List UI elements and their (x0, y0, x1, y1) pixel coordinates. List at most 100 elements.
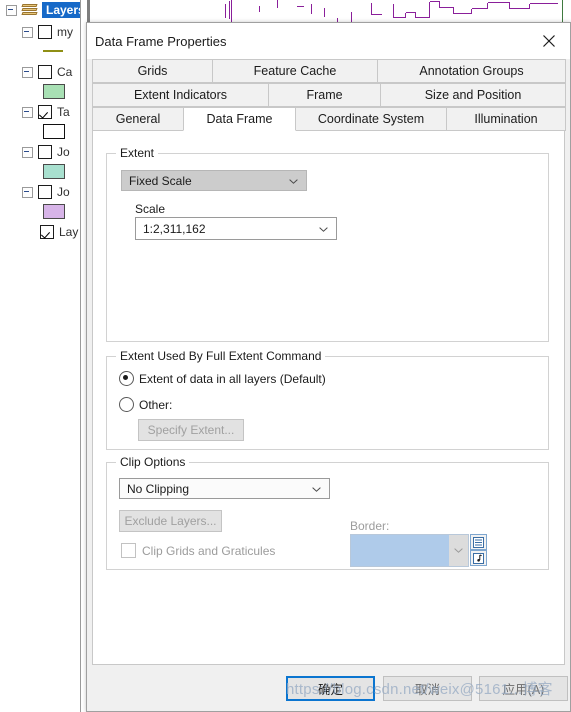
tab-strip: Grids Feature Cache Annotation Groups Ex… (87, 59, 570, 131)
chevron-down-icon (319, 226, 328, 232)
layer-visibility-checkbox[interactable] (38, 25, 52, 39)
data-frame-tab-panel: Extent Fixed Scale Scale 1:2,311,162 Ext… (92, 131, 565, 665)
toc-item-label: Jo (57, 185, 70, 199)
chevron-down-icon (312, 486, 321, 492)
expander-icon[interactable] (22, 106, 33, 118)
full-extent-group-title: Extent Used By Full Extent Command (116, 349, 326, 363)
toc-item-1[interactable]: Ca (22, 64, 72, 80)
toc-item-5[interactable]: Lay (40, 224, 78, 240)
map-feature (416, 17, 430, 18)
map-feature (324, 8, 325, 17)
map-feature (393, 4, 394, 18)
cancel-button[interactable]: 取消 (383, 676, 472, 701)
map-feature (429, 2, 430, 18)
layer-symbol-fill (43, 204, 65, 219)
dialog-footer: 确定 取消 应用(A) (87, 665, 570, 711)
map-feature (231, 0, 232, 22)
toc-item-2[interactable]: Ta (22, 104, 70, 120)
map-feature (472, 8, 488, 9)
layer-symbol-line (43, 50, 63, 52)
tab-feature-cache[interactable]: Feature Cache (212, 59, 378, 83)
expander-icon[interactable] (22, 66, 33, 78)
specify-extent-button[interactable]: Specify Extent... (138, 419, 244, 441)
table-of-contents-panel: Layers my Ca Ta Jo Jo Lay (0, 0, 81, 712)
radio-extent-of-data[interactable]: Extent of data in all layers (Default) (119, 371, 326, 386)
radio-indicator (119, 397, 134, 412)
tab-annotation-groups[interactable]: Annotation Groups (377, 59, 566, 83)
tab-extent-indicators[interactable]: Extent Indicators (92, 83, 269, 107)
layer-symbol-fill (43, 84, 65, 99)
close-icon[interactable] (528, 26, 570, 56)
tab-data-frame[interactable]: Data Frame (183, 107, 296, 131)
scale-value: 1:2,311,162 (143, 221, 206, 236)
tab-row-1: Grids Feature Cache Annotation Groups (92, 59, 566, 83)
map-feature (510, 8, 530, 9)
map-feature (487, 3, 488, 9)
layer-visibility-checkbox[interactable] (38, 105, 52, 119)
toc-item-label: Jo (57, 145, 70, 159)
clip-mode-value: No Clipping (127, 481, 190, 496)
map-feature (454, 13, 472, 14)
radio-indicator (119, 371, 134, 386)
extent-mode-value: Fixed Scale (129, 173, 192, 188)
expander-icon[interactable] (22, 146, 33, 158)
chevron-down-icon[interactable] (449, 535, 468, 566)
map-feature (259, 6, 260, 12)
expander-icon[interactable] (6, 4, 17, 16)
tab-size-and-position[interactable]: Size and Position (380, 83, 566, 107)
extent-group-title: Extent (116, 146, 159, 160)
toc-item-label: Ca (57, 65, 73, 79)
map-feature (471, 9, 472, 14)
toc-item-3[interactable]: Jo (22, 144, 70, 160)
map-feature (530, 3, 558, 4)
tab-coordinate-system[interactable]: Coordinate System (295, 107, 447, 131)
scale-combo[interactable]: 1:2,311,162 (135, 217, 337, 240)
layer-symbol-fill (43, 124, 65, 139)
toc-item-0[interactable]: my (22, 24, 73, 40)
clip-grids-checkbox-row[interactable]: Clip Grids and Graticules (121, 543, 275, 558)
tab-grids[interactable]: Grids (92, 59, 213, 83)
expander-icon[interactable] (22, 26, 33, 38)
style-icon[interactable] (470, 550, 487, 566)
clip-mode-combo[interactable]: No Clipping (119, 478, 330, 499)
radio-other[interactable]: Other: (119, 397, 172, 412)
map-feature (351, 12, 352, 22)
layer-symbol-fill (43, 164, 65, 179)
map-feature (297, 6, 304, 7)
toc-item-label: Ta (57, 105, 70, 119)
tab-frame[interactable]: Frame (268, 83, 381, 107)
layer-visibility-checkbox[interactable] (38, 145, 52, 159)
border-color-combo[interactable] (350, 534, 469, 567)
ok-button[interactable]: 确定 (286, 676, 375, 701)
exclude-layers-button[interactable]: Exclude Layers... (119, 510, 222, 532)
border-label: Border: (350, 519, 390, 533)
toc-root-label: Layers (42, 2, 80, 18)
border-color-swatch (351, 535, 449, 566)
apply-button[interactable]: 应用(A) (479, 676, 568, 701)
clip-options-group-title: Clip Options (116, 455, 190, 469)
toc-item-4[interactable]: Jo (22, 184, 70, 200)
tab-general[interactable]: General (92, 107, 184, 131)
layer-visibility-checkbox[interactable] (40, 225, 54, 239)
extent-mode-combo[interactable]: Fixed Scale (121, 170, 307, 191)
map-feature (529, 4, 530, 9)
layer-visibility-checkbox[interactable] (38, 185, 52, 199)
expander-icon[interactable] (22, 186, 33, 198)
data-frame-properties-dialog: Data Frame Properties Grids Feature Cach… (86, 22, 571, 712)
map-feature (277, 0, 278, 8)
dialog-title: Data Frame Properties (95, 33, 227, 49)
map-feature (372, 14, 382, 15)
tab-row-3: General Data Frame Coordinate System Ill… (92, 107, 566, 131)
map-feature (311, 4, 312, 14)
radio-other-label: Other: (139, 397, 173, 412)
map-feature (488, 2, 510, 3)
palette-icon[interactable] (470, 534, 487, 550)
map-feature (405, 13, 406, 18)
toc-root-row[interactable]: Layers (6, 2, 80, 18)
clip-grids-label: Clip Grids and Graticules (142, 543, 276, 558)
tab-illumination[interactable]: Illumination (446, 107, 566, 131)
chevron-down-icon (289, 178, 298, 184)
layer-visibility-checkbox[interactable] (38, 65, 52, 79)
toc-item-label: Lay (59, 225, 79, 239)
toc-item-label: my (57, 25, 73, 39)
